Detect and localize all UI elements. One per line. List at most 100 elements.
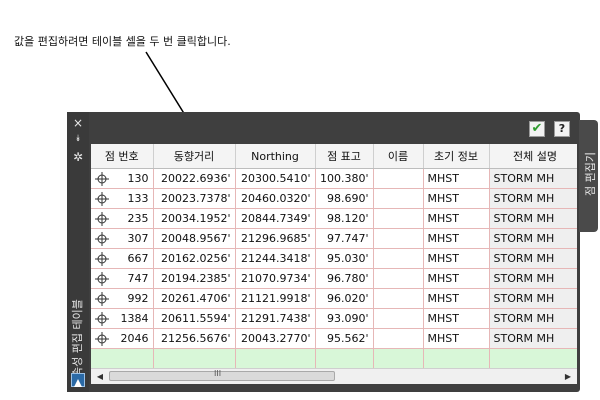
table-cell[interactable]: STORM MH bbox=[489, 308, 577, 329]
palette-title-strip[interactable]: × ⯯ ✲ 속성 편집 테이블 bbox=[67, 112, 89, 392]
table-cell[interactable]: MHST bbox=[423, 328, 490, 349]
table-cell[interactable]: 21291.7438' bbox=[235, 308, 316, 329]
table-cell[interactable]: 20611.5594' bbox=[153, 308, 236, 329]
table-cell[interactable]: 667 bbox=[91, 248, 154, 269]
table-cell[interactable]: 20844.7349' bbox=[235, 208, 316, 229]
table-cell[interactable]: 21296.9685' bbox=[235, 228, 316, 249]
properties-icon[interactable]: ✲ bbox=[67, 150, 89, 164]
table-cell[interactable]: 20460.0320' bbox=[235, 188, 316, 209]
table-cell[interactable]: 95.030' bbox=[315, 248, 374, 269]
table-cell[interactable]: 20194.2385' bbox=[153, 268, 236, 289]
table-cell[interactable]: 98.690' bbox=[315, 188, 374, 209]
column-header[interactable]: 점 표고 bbox=[315, 144, 374, 169]
horizontal-scrollbar[interactable]: ◀ III ▶ bbox=[91, 368, 577, 384]
auto-hide-icon[interactable]: ⯯ bbox=[67, 132, 89, 146]
table-cell[interactable]: 992 bbox=[91, 288, 154, 309]
column-header[interactable]: 동향거리 bbox=[153, 144, 236, 169]
table-cell[interactable]: STORM MH bbox=[489, 228, 577, 249]
close-icon[interactable]: × bbox=[67, 116, 89, 130]
table-cell[interactable]: 95.562' bbox=[315, 328, 374, 349]
table-cell[interactable]: 130 bbox=[91, 168, 154, 189]
table-row[interactable]: 2046 21256.5676' 20043.2770' 95.562' MHST STO… bbox=[91, 328, 577, 349]
table-row[interactable]: 1384 20611.5594' 21291.7438' 93.090' MHST STO… bbox=[91, 308, 577, 329]
table-cell[interactable]: STORM MH bbox=[489, 288, 577, 309]
table-cell[interactable] bbox=[235, 348, 316, 368]
table-cell[interactable]: MHST bbox=[423, 308, 490, 329]
table-cell[interactable] bbox=[373, 248, 424, 269]
table-row[interactable]: 235 20034.1952' 20844.7349' 98.120' MHST STOR… bbox=[91, 208, 577, 229]
table-cell[interactable]: 20034.1952' bbox=[153, 208, 236, 229]
column-header[interactable]: 전체 설명 bbox=[489, 144, 577, 169]
table-cell[interactable]: STORM MH bbox=[489, 328, 577, 349]
table-cell[interactable] bbox=[373, 288, 424, 309]
table-cell[interactable]: 20048.9567' bbox=[153, 228, 236, 249]
table-cell[interactable]: 747 bbox=[91, 268, 154, 289]
table-cell[interactable] bbox=[91, 348, 154, 368]
table-cell[interactable]: MHST bbox=[423, 248, 490, 269]
table-cell[interactable]: 98.120' bbox=[315, 208, 374, 229]
table-cell[interactable]: STORM MH bbox=[489, 188, 577, 209]
table-cell[interactable]: 100.380' bbox=[315, 168, 374, 189]
table-row[interactable]: 130 20022.6936' 20300.5410' 100.380' MHST STO… bbox=[91, 168, 577, 189]
table-cell[interactable] bbox=[489, 348, 577, 368]
table-cell[interactable]: STORM MH bbox=[489, 168, 577, 189]
table-cell[interactable]: 21121.9918' bbox=[235, 288, 316, 309]
table-cell[interactable]: 93.090' bbox=[315, 308, 374, 329]
table-cell[interactable] bbox=[373, 328, 424, 349]
table-cell[interactable]: 20261.4706' bbox=[153, 288, 236, 309]
table-cell[interactable]: 20043.2770' bbox=[235, 328, 316, 349]
table-cell[interactable]: MHST bbox=[423, 268, 490, 289]
table-cell[interactable] bbox=[423, 348, 490, 368]
table-cell[interactable]: STORM MH bbox=[489, 268, 577, 289]
table-cell[interactable] bbox=[373, 308, 424, 329]
table-cell[interactable] bbox=[373, 188, 424, 209]
table-cell[interactable]: 21244.3418' bbox=[235, 248, 316, 269]
point-editor-tab[interactable]: 점 편집기 bbox=[579, 120, 598, 232]
table-cell[interactable]: STORM MH bbox=[489, 208, 577, 229]
table-cell[interactable]: 235 bbox=[91, 208, 154, 229]
scroll-right-icon[interactable]: ▶ bbox=[563, 371, 573, 382]
scroll-left-icon[interactable]: ◀ bbox=[95, 371, 105, 382]
table-cell[interactable] bbox=[315, 348, 374, 368]
column-header[interactable]: 점 번호 bbox=[91, 144, 154, 169]
table-cell[interactable]: 21070.9734' bbox=[235, 268, 316, 289]
table-cell[interactable]: 97.747' bbox=[315, 228, 374, 249]
column-header[interactable]: 초기 정보 bbox=[423, 144, 490, 169]
table-cell[interactable]: MHST bbox=[423, 168, 490, 189]
table-cell[interactable]: 96.020' bbox=[315, 288, 374, 309]
column-header[interactable]: Northing bbox=[235, 144, 316, 169]
apply-check-icon[interactable]: ✔ bbox=[529, 121, 545, 137]
table-row[interactable]: 133 20023.7378' 20460.0320' 98.690' MHST STOR… bbox=[91, 188, 577, 209]
table-row[interactable]: 747 20194.2385' 21070.9734' 96.780' MHST STOR… bbox=[91, 268, 577, 289]
table-row[interactable]: 307 20048.9567' 21296.9685' 97.747' MHST STOR… bbox=[91, 228, 577, 249]
table-cell[interactable]: 21256.5676' bbox=[153, 328, 236, 349]
table-cell[interactable]: MHST bbox=[423, 228, 490, 249]
help-button[interactable]: ? bbox=[554, 121, 570, 137]
table-cell[interactable]: 2046 bbox=[91, 328, 154, 349]
table-cell[interactable] bbox=[373, 348, 424, 368]
table-cell[interactable]: 1384 bbox=[91, 308, 154, 329]
table-cell[interactable]: 20023.7378' bbox=[153, 188, 236, 209]
table-row[interactable]: 992 20261.4706' 21121.9918' 96.020' MHST STOR… bbox=[91, 288, 577, 309]
table-cell[interactable]: MHST bbox=[423, 288, 490, 309]
table-cell[interactable] bbox=[373, 208, 424, 229]
table-cell[interactable]: 307 bbox=[91, 228, 154, 249]
table-cell[interactable] bbox=[373, 268, 424, 289]
table-cell[interactable]: 20022.6936' bbox=[153, 168, 236, 189]
table-cell[interactable] bbox=[373, 168, 424, 189]
table-row[interactable]: 667 20162.0256' 21244.3418' 95.030' MHST STOR… bbox=[91, 248, 577, 269]
table-cell[interactable] bbox=[373, 228, 424, 249]
column-header[interactable]: 이름 bbox=[373, 144, 424, 169]
table-cell[interactable]: MHST bbox=[423, 208, 490, 229]
table-cell[interactable]: 96.780' bbox=[315, 268, 374, 289]
table-cell[interactable]: 20300.5410' bbox=[235, 168, 316, 189]
table-cell[interactable] bbox=[153, 348, 236, 368]
new-row[interactable] bbox=[91, 348, 577, 368]
point-marker-icon bbox=[95, 332, 109, 346]
scroll-thumb[interactable]: III bbox=[109, 369, 335, 381]
table-cell[interactable]: 20162.0256' bbox=[153, 248, 236, 269]
palette-title: 속성 편집 테이블 bbox=[71, 299, 84, 377]
table-cell[interactable]: STORM MH bbox=[489, 248, 577, 269]
table-cell[interactable]: 133 bbox=[91, 188, 154, 209]
table-cell[interactable]: MHST bbox=[423, 188, 490, 209]
